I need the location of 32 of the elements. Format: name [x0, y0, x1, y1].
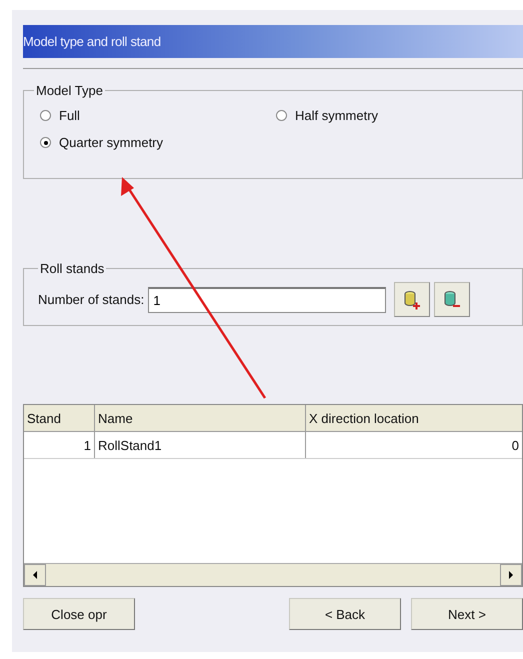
column-header[interactable]: Name: [95, 405, 306, 431]
radio-option[interactable]: Quarter symmetry: [40, 135, 276, 150]
radio-option[interactable]: Half symmetry: [276, 108, 512, 123]
table-cell-text: 0: [510, 436, 520, 454]
close-button[interactable]: Close opr: [23, 598, 135, 630]
input-field[interactable]: 1: [148, 286, 386, 312]
radio-button[interactable]: [276, 110, 287, 121]
column-header[interactable]: X direction location: [306, 405, 522, 431]
radio-option[interactable]: Full: [40, 108, 276, 123]
remove-stand-button[interactable]: [434, 282, 470, 317]
table-cell: RollStand1: [95, 432, 306, 458]
group-legend: Model Type: [34, 83, 105, 98]
scroll-right-button[interactable]: [500, 564, 522, 586]
left-arrow-icon: [32, 571, 38, 579]
radio-label: Quarter symmetry: [59, 135, 164, 150]
back-button[interactable]: < Back: [289, 598, 401, 630]
title-text: Model type and roll stand: [23, 34, 161, 49]
cylinder-minus-icon: [442, 290, 462, 310]
horizontal-scrollbar[interactable]: [24, 563, 522, 586]
field-label: Number of stands:: [38, 292, 144, 307]
scroll-left-button[interactable]: [24, 564, 46, 586]
column-header[interactable]: Stand: [24, 405, 95, 431]
radio-button[interactable]: [40, 137, 51, 148]
next-button[interactable]: Next >: [411, 598, 523, 630]
add-stand-button[interactable]: [394, 282, 430, 317]
cylinder-plus-icon: [402, 290, 422, 310]
right-arrow-icon: [508, 571, 514, 579]
table-cell: 1: [24, 432, 95, 458]
radio-label: Half symmetry: [295, 108, 378, 123]
radio-button[interactable]: [40, 110, 51, 121]
radio-label: Full: [59, 108, 80, 123]
group-legend: Roll stands: [38, 261, 106, 276]
